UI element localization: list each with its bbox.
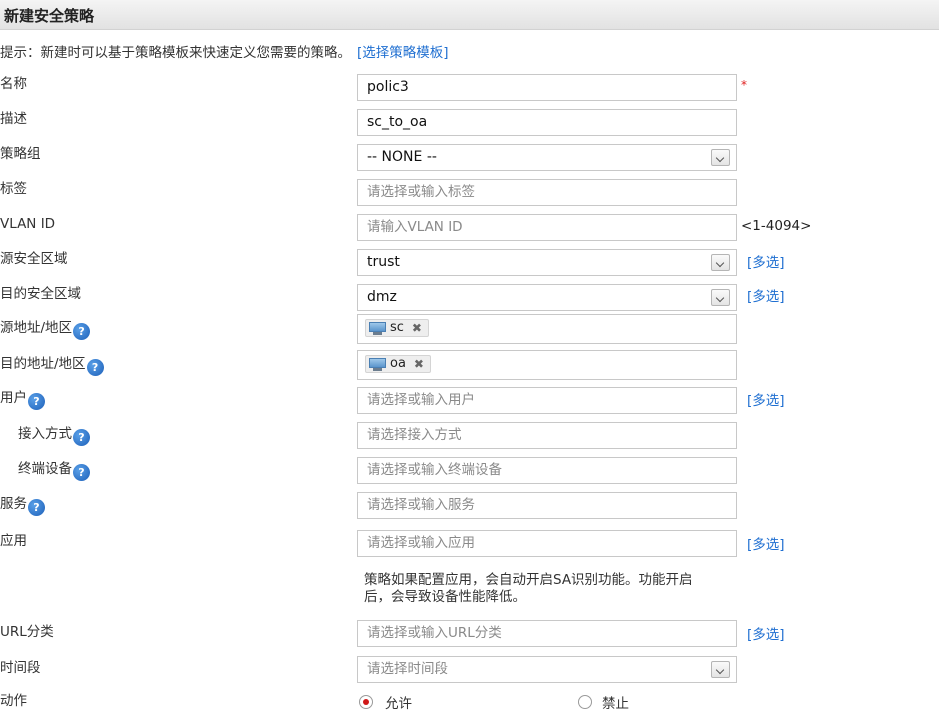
monitor-icon: [369, 321, 386, 335]
select-template-link[interactable]: [选择策略模板]: [357, 45, 449, 61]
policy-group-select[interactable]: -- NONE --: [357, 144, 737, 171]
access-mode-label-text: 接入方式: [18, 426, 72, 442]
chevron-down-icon[interactable]: [711, 254, 730, 271]
url-category-multi-link[interactable]: [多选]: [747, 623, 785, 643]
url-category-input[interactable]: 请选择或输入URL分类: [357, 620, 737, 647]
src-zone-multi-link[interactable]: [多选]: [747, 251, 785, 271]
help-icon[interactable]: ?: [28, 393, 45, 410]
action-label: 动作: [0, 693, 27, 709]
access-mode-input[interactable]: 请选择接入方式: [357, 422, 737, 449]
tag-input[interactable]: 请选择或输入标签: [357, 179, 737, 206]
close-icon[interactable]: ✖: [412, 320, 422, 336]
src-addr-tag: sc ✖: [365, 319, 429, 337]
action-deny-label[interactable]: 禁止: [602, 692, 629, 712]
dst-addr-label: 目的地址/地区?: [0, 355, 104, 376]
application-note-line2: 后，会导致设备性能降低。: [364, 589, 526, 605]
service-label-text: 服务: [0, 496, 27, 512]
dst-addr-label-text: 目的地址/地区: [0, 356, 86, 372]
action-allow-label[interactable]: 允许: [385, 692, 412, 712]
user-multi-link[interactable]: [多选]: [747, 389, 785, 409]
time-range-select[interactable]: 请选择时间段: [357, 656, 737, 683]
user-input[interactable]: 请选择或输入用户: [357, 387, 737, 414]
dialog-header: 新建安全策略: [0, 0, 939, 30]
src-zone-select[interactable]: trust: [357, 249, 737, 276]
service-label: 服务?: [0, 495, 45, 516]
vlan-id-input[interactable]: 请输入VLAN ID: [357, 214, 737, 241]
application-multi-link[interactable]: [多选]: [747, 533, 785, 553]
user-label: 用户?: [0, 389, 45, 410]
src-zone-label: 源安全区域: [0, 251, 68, 267]
dst-zone-multi-link[interactable]: [多选]: [747, 285, 785, 305]
dst-addr-tag: oa ✖: [365, 355, 431, 373]
src-addr-input[interactable]: sc ✖: [357, 314, 737, 344]
terminal-label-text: 终端设备: [18, 461, 72, 477]
page-title: 新建安全策略: [4, 7, 95, 25]
dst-addr-tag-label: oa: [390, 356, 406, 371]
application-input[interactable]: 请选择或输入应用: [357, 530, 737, 557]
name-input[interactable]: polic3: [357, 74, 737, 101]
chevron-down-icon[interactable]: [711, 661, 730, 678]
src-addr-label-text: 源地址/地区: [0, 320, 73, 336]
tag-label: 标签: [0, 181, 27, 197]
dst-zone-label: 目的安全区域: [0, 286, 81, 302]
application-note: 策略如果配置应用，会自动开启SA识别功能。功能开启 后，会导致设备性能降低。: [364, 572, 764, 606]
hint-text: 提示：新建时可以基于策略模板来快速定义您需要的策略。: [0, 45, 351, 61]
terminal-input[interactable]: 请选择或输入终端设备: [357, 457, 737, 484]
help-icon[interactable]: ?: [28, 499, 45, 516]
src-addr-label: 源地址/地区?: [0, 319, 91, 340]
description-label: 描述: [0, 111, 27, 127]
chevron-down-icon[interactable]: [711, 149, 730, 166]
access-mode-label: 接入方式?: [18, 425, 90, 446]
description-input[interactable]: sc_to_oa: [357, 109, 737, 136]
help-icon[interactable]: ?: [86, 359, 104, 376]
chevron-down-icon[interactable]: [711, 289, 730, 306]
name-label: 名称: [0, 76, 27, 92]
required-mark: *: [741, 78, 747, 92]
user-label-text: 用户: [0, 390, 27, 406]
vlan-id-label: VLAN ID: [0, 216, 56, 232]
help-icon[interactable]: ?: [73, 429, 90, 446]
time-range-label: 时间段: [0, 660, 41, 676]
time-range-placeholder: 请选择时间段: [367, 661, 448, 677]
service-input[interactable]: 请选择或输入服务: [357, 492, 737, 519]
help-icon[interactable]: ?: [73, 464, 90, 481]
dst-zone-value: dmz: [367, 289, 397, 305]
policy-group-value: -- NONE --: [367, 149, 437, 165]
dst-zone-select[interactable]: dmz: [357, 284, 737, 311]
src-zone-value: trust: [367, 254, 400, 270]
template-hint: 提示：新建时可以基于策略模板来快速定义您需要的策略。 [选择策略模板]: [0, 41, 449, 61]
help-icon[interactable]: ?: [73, 323, 91, 340]
policy-group-label: 策略组: [0, 146, 41, 162]
close-icon[interactable]: ✖: [414, 356, 424, 372]
url-category-label: URL分类: [0, 624, 54, 640]
terminal-label: 终端设备?: [18, 460, 90, 481]
dst-addr-input[interactable]: oa ✖: [357, 350, 737, 380]
vlan-range-hint: <1-4094>: [741, 218, 812, 234]
application-label: 应用: [0, 533, 27, 549]
application-note-line1: 策略如果配置应用，会自动开启SA识别功能。功能开启: [364, 572, 693, 588]
src-addr-tag-label: sc: [390, 320, 404, 335]
monitor-icon: [369, 357, 386, 371]
